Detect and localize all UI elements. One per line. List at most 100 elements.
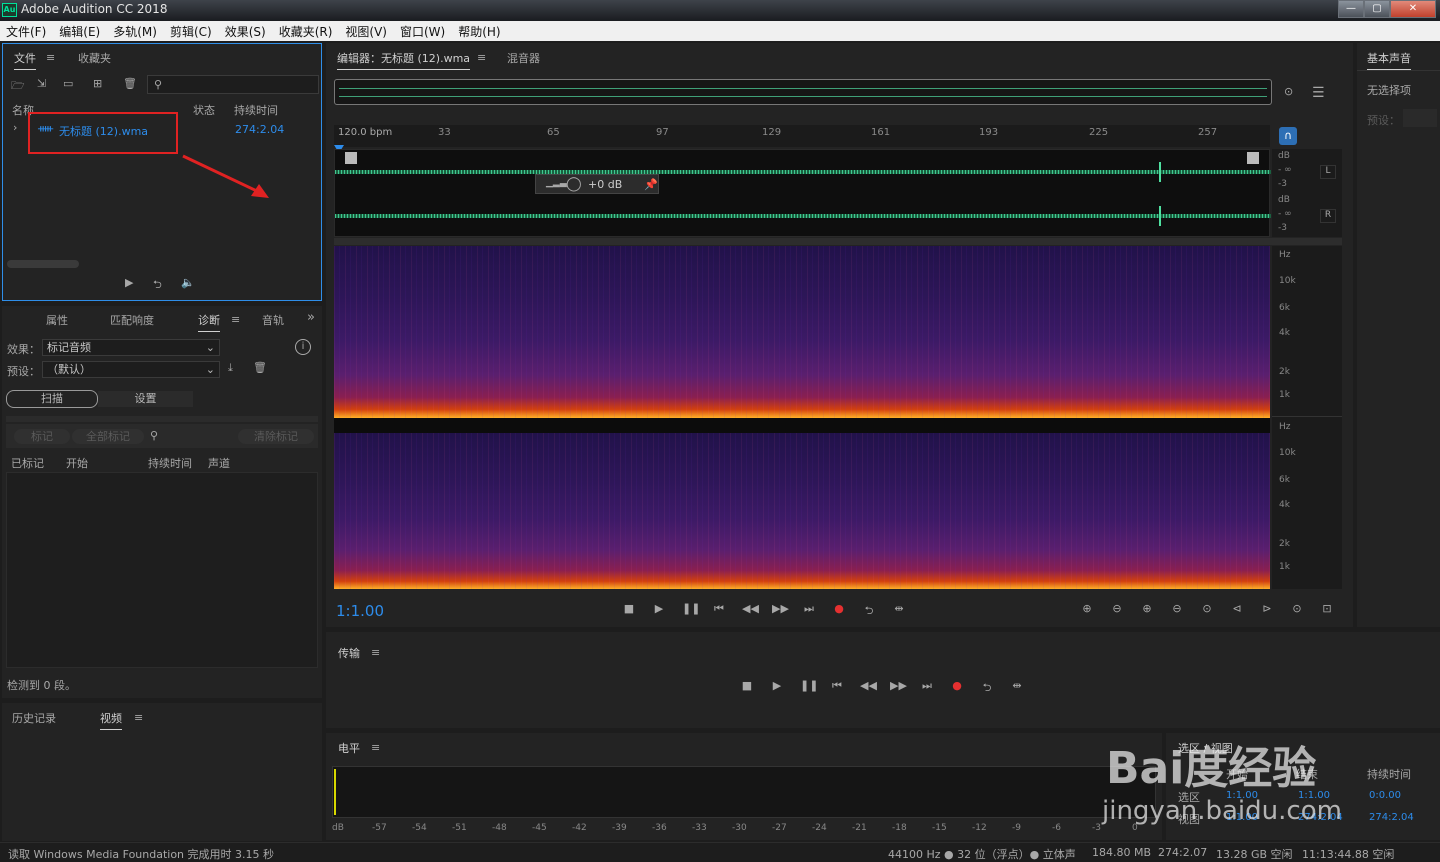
skip-start-icon[interactable]: ⏮ [830, 679, 844, 693]
mark-all-button[interactable]: 全部标记 [72, 429, 144, 444]
record-icon[interactable]: ● [832, 602, 846, 615]
tab-match-loudness[interactable]: 匹配响度 [110, 312, 154, 328]
pin-icon[interactable]: 📌 [644, 178, 658, 191]
scrollbar[interactable] [7, 260, 79, 268]
pause-icon[interactable]: ❚❚ [682, 602, 700, 615]
play-icon[interactable]: ▶ [652, 602, 666, 615]
column-status[interactable]: 状态 [193, 102, 215, 118]
timeline-ruler[interactable]: 120.0 bpm 33 65 97 129 161 193 225 257 [334, 125, 1270, 153]
spectrogram-right[interactable] [334, 433, 1270, 589]
open-file-icon[interactable]: 🗁 [11, 77, 25, 96]
tab-properties[interactable]: 属性 [46, 312, 68, 328]
skip-selection-icon[interactable]: ⇹ [1010, 679, 1024, 692]
new-file-icon[interactable]: ▭ [63, 77, 73, 90]
fade-out-handle[interactable] [1247, 152, 1259, 164]
panel-menu-icon[interactable]: ≡ [134, 711, 143, 724]
skip-selection-icon[interactable]: ⇹ [892, 602, 906, 615]
waveform-area[interactable]: ▁▂▃ ◯ +0 dB 📌 [334, 149, 1271, 237]
current-time[interactable]: 1:1.00 [336, 602, 384, 620]
column-duration[interactable]: 持续时间 [148, 455, 192, 471]
fast-forward-icon[interactable]: ▶▶ [890, 679, 907, 692]
tab-tracks[interactable]: 音轨 [262, 312, 284, 328]
volume-knob-icon[interactable]: ◯ [566, 176, 582, 192]
delete-icon[interactable]: 🗑 [123, 77, 137, 90]
maximize-button[interactable]: ▢ [1364, 0, 1390, 18]
panel-menu-icon[interactable]: ≡ [231, 313, 240, 326]
panel-menu-icon[interactable]: ≡ [371, 646, 380, 659]
skip-start-icon[interactable]: ⏮ [712, 602, 726, 616]
selection-end[interactable]: 1:1.00 [1298, 790, 1330, 801]
selection-duration[interactable]: 0:0.00 [1369, 790, 1401, 801]
settings-button[interactable]: 设置 [98, 391, 193, 407]
zoom-icon[interactable]: ⚲ [150, 429, 158, 442]
tab-mixer[interactable]: 混音器 [507, 50, 540, 66]
insert-multitrack-icon[interactable]: ⊞ [93, 77, 102, 90]
view-end[interactable]: 274:2.04 [1298, 812, 1343, 823]
autoplay-speaker-icon[interactable]: 🔈 [181, 276, 195, 289]
menu-clip[interactable]: 剪辑(C) [164, 23, 219, 40]
delete-preset-icon[interactable]: 🗑 [253, 361, 267, 374]
tab-files[interactable]: 文件 [14, 50, 36, 70]
spectrogram-left[interactable] [334, 246, 1270, 418]
zoom-in-left-icon[interactable]: ⊲ [1230, 602, 1244, 615]
zoom-in-time-icon[interactable]: ⊕ [1140, 602, 1154, 615]
stop-icon[interactable]: ■ [740, 679, 754, 692]
rewind-icon[interactable]: ◀◀ [860, 679, 877, 692]
info-icon[interactable]: i [295, 339, 311, 355]
loop-icon[interactable]: ⮌ [153, 276, 162, 295]
menu-file[interactable]: 文件(F) [0, 23, 53, 40]
column-duration[interactable]: 持续时间 [234, 102, 278, 118]
menu-favorites[interactable]: 收藏夹(R) [273, 23, 340, 40]
record-icon[interactable]: ● [950, 679, 964, 692]
zoom-to-fit-icon[interactable]: ⊙ [1290, 602, 1304, 615]
zoom-selection-icon[interactable]: ⊙ [1284, 85, 1293, 98]
menu-view[interactable]: 视图(V) [339, 23, 394, 40]
more-tabs-icon[interactable]: » [307, 310, 315, 325]
play-icon[interactable]: ▶ [125, 276, 133, 289]
tab-favorites[interactable]: 收藏夹 [78, 50, 111, 66]
expand-icon[interactable]: › [13, 121, 17, 134]
tab-video[interactable]: 视频 [100, 710, 122, 730]
channel-left-toggle[interactable]: L [1320, 165, 1336, 179]
tab-history[interactable]: 历史记录 [12, 710, 56, 726]
menu-effects[interactable]: 效果(S) [219, 23, 273, 40]
view-duration[interactable]: 274:2.04 [1369, 812, 1414, 823]
tab-editor[interactable]: 编辑器：无标题 (12).wma [337, 50, 471, 70]
rewind-icon[interactable]: ◀◀ [742, 602, 759, 615]
column-start[interactable]: 开始 [66, 455, 88, 471]
snap-icon[interactable]: ∩ [1279, 127, 1297, 145]
menu-multitrack[interactable]: 多轨(M) [107, 23, 164, 40]
selection-start[interactable]: 1:1.00 [1226, 790, 1258, 801]
channel-right-toggle[interactable]: R [1320, 209, 1336, 223]
play-icon[interactable]: ▶ [770, 679, 784, 692]
zoom-out-amplitude-icon[interactable]: ⊖ [1110, 602, 1124, 615]
search-input[interactable]: ⚲ [147, 75, 319, 94]
overview-navigator[interactable] [334, 79, 1272, 105]
save-preset-icon[interactable]: ⤓ [228, 361, 233, 375]
zoom-in-amplitude-icon[interactable]: ⊕ [1080, 602, 1094, 615]
scan-button[interactable]: 扫描 [6, 390, 98, 408]
panel-menu-icon[interactable]: ≡ [46, 51, 55, 64]
close-button[interactable]: ✕ [1390, 0, 1436, 18]
column-marked[interactable]: 已标记 [11, 455, 44, 471]
loop-icon[interactable]: ⮌ [862, 602, 876, 621]
view-options-icon[interactable]: ☰ [1312, 85, 1325, 101]
menu-window[interactable]: 窗口(W) [394, 23, 452, 40]
menu-help[interactable]: 帮助(H) [452, 23, 507, 40]
zoom-out-full-icon[interactable]: ⊖ [1170, 602, 1184, 615]
skip-end-icon[interactable]: ⏭ [920, 679, 934, 693]
preset-dropdown[interactable] [1403, 109, 1437, 127]
essential-sound-title[interactable]: 基本声音 [1367, 50, 1411, 70]
zoom-selection-icon[interactable]: ⊙ [1200, 602, 1214, 615]
view-start[interactable]: 1:1.00 [1226, 812, 1258, 823]
menu-edit[interactable]: 编辑(E) [53, 23, 107, 40]
loop-icon[interactable]: ⮌ [980, 679, 994, 698]
hud-gain[interactable]: ▁▂▃ ◯ +0 dB 📌 [535, 174, 659, 194]
panel-menu-icon[interactable]: ≡ [477, 51, 486, 64]
fade-in-handle[interactable] [345, 152, 357, 164]
zoom-reset-icon[interactable]: ⊡ [1320, 602, 1334, 615]
minimize-button[interactable]: — [1338, 0, 1364, 18]
column-channel[interactable]: 声道 [208, 455, 230, 471]
clear-marks-button[interactable]: 清除标记 [238, 429, 314, 444]
tab-diagnostics[interactable]: 诊断 [198, 312, 220, 332]
